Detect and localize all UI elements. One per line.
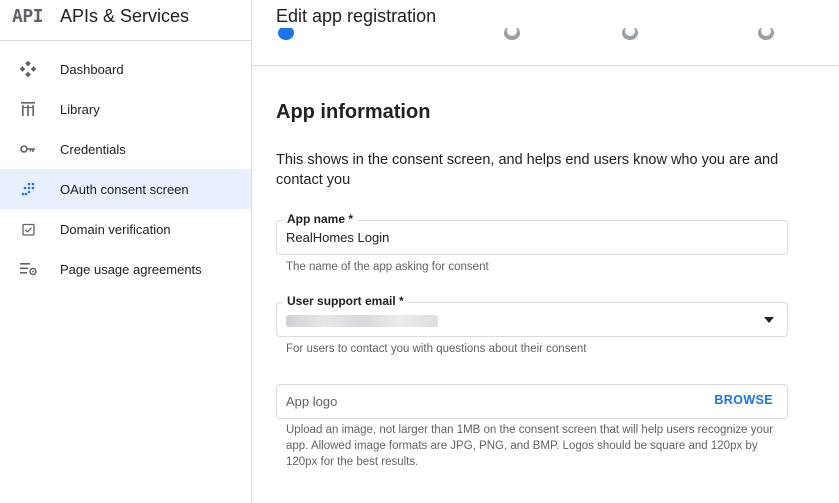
sidebar-nav: Dashboard Library Credentials OAuth cons…	[0, 49, 251, 289]
app-name-field[interactable]: App name * RealHomes Login	[276, 212, 788, 255]
key-icon	[19, 141, 37, 157]
sidebar-item-label: Page usage agreements	[60, 261, 202, 277]
registration-stepper	[252, 28, 839, 66]
app-logo-placeholder: App logo	[286, 394, 338, 409]
section-description: This shows in the consent screen, and he…	[276, 152, 779, 188]
app-name-label: App name *	[283, 212, 358, 226]
app-logo-field[interactable]: App logo BROWSE	[276, 384, 788, 419]
sidebar-item-library[interactable]: Library	[0, 89, 251, 129]
user-support-email-label: User support email *	[283, 294, 408, 308]
sidebar-item-domain-verification[interactable]: Domain verification	[0, 209, 251, 249]
section-title: App information	[276, 101, 431, 123]
step-indicator-active[interactable]	[278, 28, 294, 40]
sidebar-item-oauth-consent-screen[interactable]: OAuth consent screen	[0, 169, 251, 209]
sidebar-item-label: Domain verification	[60, 221, 171, 237]
app-logo-helper: Upload an image, not larger than 1MB on …	[286, 424, 774, 468]
sidebar-item-label: Credentials	[60, 141, 126, 157]
api-logo: API	[12, 6, 44, 27]
sidebar-item-label: OAuth consent screen	[60, 181, 189, 197]
sidebar-item-label: Dashboard	[60, 61, 124, 77]
library-icon	[19, 101, 37, 117]
sidebar-item-page-usage-agreements[interactable]: Page usage agreements	[0, 249, 251, 289]
sidebar-item-label: Library	[60, 101, 100, 117]
user-support-email-select[interactable]: User support email *	[276, 294, 788, 337]
sidebar-item-credentials[interactable]: Credentials	[0, 129, 251, 169]
user-support-email-helper: For users to contact you with questions …	[286, 343, 587, 355]
app-name-helper: The name of the app asking for consent	[286, 261, 489, 273]
settings-list-icon	[19, 261, 37, 277]
sidebar: API APIs & Services Dashboard Library Cr…	[0, 0, 252, 503]
step-indicator[interactable]	[758, 28, 774, 40]
redacted-email-value	[286, 315, 438, 327]
main-content: Edit app registration App information Th…	[252, 0, 839, 503]
page-title: Edit app registration	[276, 6, 437, 26]
dashboard-icon	[19, 61, 37, 77]
step-indicator[interactable]	[622, 28, 638, 40]
browse-button[interactable]: BROWSE	[714, 393, 773, 407]
brand-header: API APIs & Services	[0, 0, 251, 41]
app-name-input[interactable]: RealHomes Login	[286, 230, 389, 245]
step-indicator[interactable]	[504, 28, 520, 40]
product-title[interactable]: APIs & Services	[60, 6, 189, 27]
dropdown-arrow-icon[interactable]	[764, 317, 774, 323]
sidebar-item-dashboard[interactable]: Dashboard	[0, 49, 251, 89]
domain-check-icon	[19, 221, 37, 237]
oauth-icon	[19, 181, 37, 197]
